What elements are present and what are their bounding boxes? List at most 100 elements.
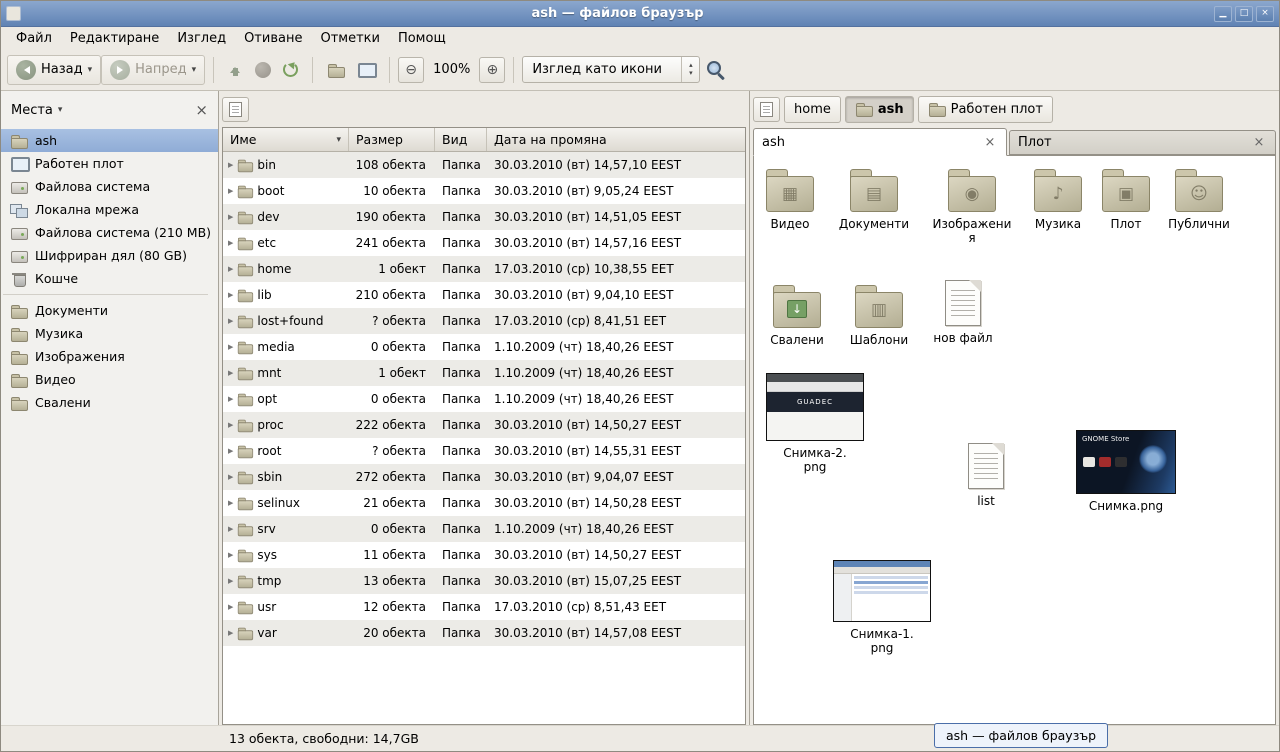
column-header-name[interactable]: Име ▾ (223, 128, 349, 151)
sidebar-item[interactable]: Шифриран дял (80 GB) (1, 244, 218, 267)
path-button-home[interactable]: home (784, 96, 841, 123)
tab-close-icon[interactable]: × (1251, 135, 1267, 151)
view-mode-select[interactable]: Изглед като икони ▴▾ (522, 56, 700, 83)
tab-ash[interactable]: ash × (753, 128, 1007, 156)
menu-item[interactable]: Помощ (389, 29, 455, 48)
table-row[interactable]: ▶ var 20 обекта Папка 30.03.2010 (вт) 14… (223, 620, 745, 646)
table-row[interactable]: ▶ opt 0 обекта Папка 1.10.2009 (чт) 18,4… (223, 386, 745, 412)
menu-item[interactable]: Файл (7, 29, 61, 48)
sidebar-item[interactable]: Файлова система (210 MB) (1, 221, 218, 244)
menu-item[interactable]: Редактиране (61, 29, 168, 48)
table-row[interactable]: ▶ selinux 21 обекта Папка 30.03.2010 (вт… (223, 490, 745, 516)
file-item-list[interactable]: list (946, 441, 1026, 508)
path-button-ash[interactable]: ash (845, 96, 914, 123)
folder-item-public[interactable]: ☺ Публични (1159, 166, 1239, 231)
sidebar-item[interactable]: ash (1, 129, 218, 152)
column-header-date[interactable]: Дата на промяна (487, 128, 745, 151)
expander-icon[interactable]: ▶ (228, 239, 233, 247)
table-row[interactable]: ▶ etc 241 обекта Папка 30.03.2010 (вт) 1… (223, 230, 745, 256)
expander-icon[interactable]: ▶ (228, 577, 233, 585)
menu-item[interactable]: Отиване (235, 29, 311, 48)
forward-button[interactable]: Напред ▾ (101, 55, 205, 85)
tab-plot[interactable]: Плот × (1009, 130, 1276, 155)
close-button[interactable]: × (1256, 6, 1274, 22)
table-row[interactable]: ▶ usr 12 обекта Папка 17.03.2010 (ср) 8,… (223, 594, 745, 620)
table-row[interactable]: ▶ proc 222 обекта Папка 30.03.2010 (вт) … (223, 412, 745, 438)
sidebar-item[interactable]: Кошче (1, 267, 218, 290)
table-row[interactable]: ▶ media 0 обекта Папка 1.10.2009 (чт) 18… (223, 334, 745, 360)
expander-icon[interactable]: ▶ (228, 447, 233, 455)
back-button[interactable]: Назад ▾ (7, 55, 101, 85)
back-dropdown-icon[interactable]: ▾ (88, 65, 93, 75)
combo-spinner-icon[interactable]: ▴▾ (681, 57, 699, 82)
folder-item-pictures[interactable]: ◉ Изображения (932, 166, 1012, 246)
minimize-button[interactable]: ▁ (1214, 6, 1232, 22)
zoom-out-button[interactable]: ⊖ (398, 57, 424, 83)
file-item-snimka2[interactable]: GUADEC Снимка-2.png (765, 373, 865, 475)
expander-icon[interactable]: ▶ (228, 265, 233, 273)
table-row[interactable]: ▶ bin 108 обекта Папка 30.03.2010 (вт) 1… (223, 152, 745, 178)
file-item-new-file[interactable]: нов файл (923, 278, 1003, 345)
zoom-in-button[interactable]: ⊕ (479, 57, 505, 83)
home-button[interactable] (321, 59, 351, 81)
expander-icon[interactable]: ▶ (228, 629, 233, 637)
expander-icon[interactable]: ▶ (228, 317, 233, 325)
expander-icon[interactable]: ▶ (228, 421, 233, 429)
sidebar-item[interactable]: Музика (1, 322, 218, 345)
search-button[interactable] (700, 57, 731, 82)
expander-icon[interactable]: ▶ (228, 213, 233, 221)
table-row[interactable]: ▶ lost+found ? обекта Папка 17.03.2010 (… (223, 308, 745, 334)
sidebar-item[interactable]: Изображения (1, 345, 218, 368)
location-toggle-button[interactable] (753, 97, 780, 122)
icon-view[interactable]: ▦ Видео ▤ Документи ◉ Изображения ♪ Музи… (753, 155, 1276, 725)
menu-item[interactable]: Изглед (168, 29, 235, 48)
table-row[interactable]: ▶ mnt 1 обект Папка 1.10.2009 (чт) 18,40… (223, 360, 745, 386)
folder-item-video[interactable]: ▦ Видео (753, 166, 830, 231)
expander-icon[interactable]: ▶ (228, 499, 233, 507)
expander-icon[interactable]: ▶ (228, 161, 233, 169)
sidebar-item[interactable]: Документи (1, 299, 218, 322)
expander-icon[interactable]: ▶ (228, 395, 233, 403)
table-row[interactable]: ▶ srv 0 обекта Папка 1.10.2009 (чт) 18,4… (223, 516, 745, 542)
table-row[interactable]: ▶ dev 190 обекта Папка 30.03.2010 (вт) 1… (223, 204, 745, 230)
path-button-desktop[interactable]: Работен плот (918, 96, 1053, 123)
tab-close-icon[interactable]: × (982, 134, 998, 150)
table-row[interactable]: ▶ sys 11 обекта Папка 30.03.2010 (вт) 14… (223, 542, 745, 568)
reload-button[interactable] (277, 59, 304, 80)
expander-icon[interactable]: ▶ (228, 291, 233, 299)
sidebar-item[interactable]: Видео (1, 368, 218, 391)
sidebar-item[interactable]: Файлова система (1, 175, 218, 198)
stop-button[interactable] (249, 59, 277, 81)
table-row[interactable]: ▶ tmp 13 обекта Папка 30.03.2010 (вт) 15… (223, 568, 745, 594)
table-row[interactable]: ▶ root ? обекта Папка 30.03.2010 (вт) 14… (223, 438, 745, 464)
menu-item[interactable]: Отметки (311, 29, 388, 48)
folder-item-templates[interactable]: ▥ Шаблони (839, 282, 919, 347)
folder-item-documents[interactable]: ▤ Документи (834, 166, 914, 231)
folder-item-desktop[interactable]: ▣ Плот (1086, 166, 1166, 231)
expander-icon[interactable]: ▶ (228, 343, 233, 351)
expander-icon[interactable]: ▶ (228, 603, 233, 611)
places-dropdown[interactable]: Места ▾ (11, 103, 62, 118)
expander-icon[interactable]: ▶ (228, 551, 233, 559)
sidebar-item[interactable]: Работен плот (1, 152, 218, 175)
column-header-size[interactable]: Размер (349, 128, 435, 151)
expander-icon[interactable]: ▶ (228, 369, 233, 377)
location-toggle-button[interactable] (222, 97, 249, 122)
expander-icon[interactable]: ▶ (228, 473, 233, 481)
maximize-button[interactable]: □ (1235, 6, 1253, 22)
titlebar[interactable]: ash — файлов браузър ▁ □ × (1, 1, 1279, 27)
table-row[interactable]: ▶ home 1 обект Папка 17.03.2010 (ср) 10,… (223, 256, 745, 282)
column-header-type[interactable]: Вид (435, 128, 487, 151)
folder-item-downloads[interactable]: ↓ Свалени (757, 282, 837, 347)
table-row[interactable]: ▶ lib 210 обекта Папка 30.03.2010 (вт) 9… (223, 282, 745, 308)
sidebar-close-icon[interactable]: × (195, 101, 208, 119)
sidebar-item[interactable]: Свалени (1, 391, 218, 414)
up-button[interactable] (222, 59, 249, 80)
file-item-snimka1[interactable]: Снимка-1.png (832, 560, 932, 656)
forward-dropdown-icon[interactable]: ▾ (192, 65, 197, 75)
file-item-snimka[interactable]: GNOME Store Снимка.png (1076, 430, 1176, 513)
sidebar-item[interactable]: Локална мрежа (1, 198, 218, 221)
table-row[interactable]: ▶ boot 10 обекта Папка 30.03.2010 (вт) 9… (223, 178, 745, 204)
expander-icon[interactable]: ▶ (228, 525, 233, 533)
table-row[interactable]: ▶ sbin 272 обекта Папка 30.03.2010 (вт) … (223, 464, 745, 490)
